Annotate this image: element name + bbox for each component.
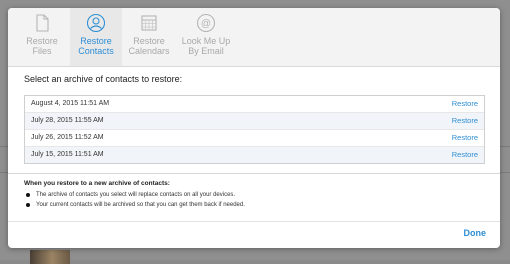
archive-row: July 28, 2015 11:55 AM Restore <box>25 113 484 130</box>
tab-label: Restore Contacts <box>78 36 114 56</box>
note-item: The archive of contacts you select will … <box>24 190 484 200</box>
tab-label: Look Me Up By Email <box>181 36 231 56</box>
contacts-icon <box>86 13 106 33</box>
toolbar: Restore Files Restore Contacts Restore C… <box>8 8 500 67</box>
svg-text:@: @ <box>201 19 211 30</box>
archive-date: July 15, 2015 11:51 AM <box>31 151 104 158</box>
tab-restore-contacts[interactable]: Restore Contacts <box>70 8 122 66</box>
archive-row: July 15, 2015 11:51 AM Restore <box>25 147 484 163</box>
archive-date: July 26, 2015 11:52 AM <box>31 134 104 141</box>
note-item: Your current contacts will be archived s… <box>24 200 484 210</box>
divider <box>8 173 500 174</box>
tab-restore-calendars[interactable]: Restore Calendars <box>122 8 176 66</box>
restore-notes: When you restore to a new archive of con… <box>24 180 484 210</box>
note-text: The archive of contacts you select will … <box>36 192 236 198</box>
tab-look-me-up[interactable]: @ Look Me Up By Email <box>176 8 236 66</box>
restore-link[interactable]: Restore <box>452 96 478 112</box>
restore-link[interactable]: Restore <box>452 113 478 129</box>
background-photo <box>30 250 70 264</box>
archive-date: August 4, 2015 11:51 AM <box>31 100 110 107</box>
archive-row: July 26, 2015 11:52 AM Restore <box>25 130 484 147</box>
bullet-icon <box>26 193 30 197</box>
tab-restore-files[interactable]: Restore Files <box>14 8 70 66</box>
bullet-icon <box>26 203 30 207</box>
archive-row: August 4, 2015 11:51 AM Restore <box>25 96 484 113</box>
done-button[interactable]: Done <box>464 228 487 238</box>
restore-contacts-dialog: Restore Files Restore Contacts Restore C… <box>8 8 500 248</box>
tab-label: Restore Calendars <box>128 36 170 56</box>
restore-link[interactable]: Restore <box>452 130 478 146</box>
instruction-text: Select an archive of contacts to restore… <box>24 74 183 84</box>
tab-label: Restore Files <box>26 36 58 56</box>
restore-link[interactable]: Restore <box>452 147 478 163</box>
footer-divider <box>8 221 500 222</box>
archive-list: August 4, 2015 11:51 AM Restore July 28,… <box>24 95 485 164</box>
at-sign-icon: @ <box>196 13 216 33</box>
note-text: Your current contacts will be archived s… <box>36 202 245 208</box>
archive-date: July 28, 2015 11:55 AM <box>31 117 104 124</box>
notes-title: When you restore to a new archive of con… <box>24 180 170 187</box>
document-icon <box>36 14 49 32</box>
calendar-icon <box>141 15 157 31</box>
